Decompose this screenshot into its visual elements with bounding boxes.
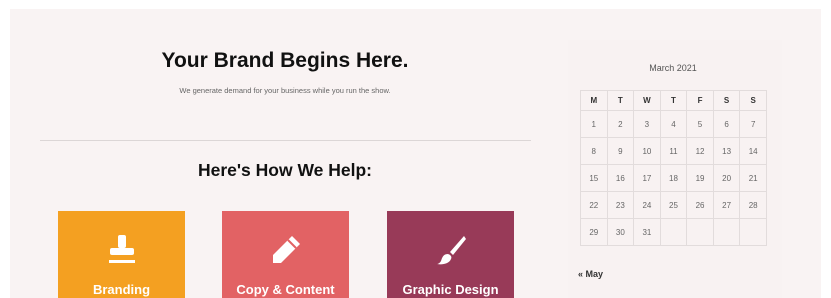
help-heading: Here's How We Help:: [197, 160, 373, 180]
calendar-day: 14: [739, 137, 767, 165]
calendar-widget: March 2021 M T W T F S S 1 2 3 4 5 6 7 8…: [568, 40, 782, 298]
calendar-day: 4: [659, 110, 688, 138]
calendar-day: 19: [686, 164, 714, 192]
graphic-design-card[interactable]: Graphic Design: [387, 211, 514, 298]
calendar-day-empty: [739, 218, 767, 246]
section-divider: [40, 140, 531, 141]
calendar-day: 8: [580, 137, 608, 165]
calendar-day: 9: [606, 137, 635, 165]
weekday-header: M: [580, 90, 608, 111]
calendar-week: 8 9 10 11 12 13 14: [580, 137, 767, 165]
calendar-day: 20: [712, 164, 741, 192]
copy-content-card[interactable]: Copy & Content: [222, 211, 349, 298]
calendar-day: 5: [686, 110, 714, 138]
calendar-day: 10: [633, 137, 661, 165]
copy-content-label: Copy & Content: [236, 282, 335, 297]
paintbrush-icon: [436, 236, 466, 265]
weekday-row: M T W T F S S: [580, 90, 767, 111]
calendar-day: 15: [580, 164, 608, 192]
calendar-week: 1 2 3 4 5 6 7: [580, 110, 767, 138]
hero-subtitle: We generate demand for your business whi…: [179, 86, 391, 95]
calendar-day: 3: [633, 110, 661, 138]
calendar-week: 29 30 31: [580, 218, 767, 246]
graphic-design-label: Graphic Design: [402, 282, 499, 297]
calendar-day: 1: [580, 110, 608, 138]
calendar-day: 25: [659, 191, 688, 219]
calendar-day: 29: [580, 218, 608, 246]
calendar-prev-month-link[interactable]: « May: [578, 269, 603, 279]
weekday-header: W: [633, 90, 661, 111]
calendar-week: 15 16 17 18 19 20 21: [580, 164, 767, 192]
calendar-day: 13: [712, 137, 741, 165]
pencil-icon: [272, 236, 300, 263]
branding-card[interactable]: Branding: [58, 211, 185, 298]
calendar-day: 6: [712, 110, 741, 138]
calendar-day: 21: [739, 164, 767, 192]
calendar-day: 22: [580, 191, 608, 219]
calendar-day: 30: [606, 218, 635, 246]
calendar-day: 26: [686, 191, 714, 219]
calendar-day: 2: [606, 110, 635, 138]
weekday-header: S: [739, 90, 767, 111]
calendar-week: 22 23 24 25 26 27 28: [580, 191, 767, 219]
calendar-day: 17: [633, 164, 661, 192]
calendar-day: 16: [606, 164, 635, 192]
calendar-caption: March 2021: [649, 63, 697, 73]
weekday-header: S: [712, 90, 741, 111]
calendar-day-empty: [659, 218, 688, 246]
weekday-header: T: [659, 90, 688, 111]
calendar-day: 27: [712, 191, 741, 219]
hero-title: Your Brand Begins Here.: [161, 49, 409, 72]
weekday-header: T: [606, 90, 635, 111]
calendar-day: 7: [739, 110, 767, 138]
calendar-day: 12: [686, 137, 714, 165]
calendar-day: 23: [606, 191, 635, 219]
calendar-day: 11: [659, 137, 688, 165]
calendar-day-empty: [712, 218, 741, 246]
calendar-day: 28: [739, 191, 767, 219]
calendar-day: 18: [659, 164, 688, 192]
calendar-day-empty: [686, 218, 714, 246]
stamp-icon: [108, 235, 135, 263]
weekday-header: F: [686, 90, 714, 111]
calendar-day: 31: [633, 218, 661, 246]
calendar-table: M T W T F S S 1 2 3 4 5 6 7 8 9 10 11 12…: [580, 90, 767, 246]
branding-label: Branding: [92, 282, 151, 297]
calendar-day: 24: [633, 191, 661, 219]
